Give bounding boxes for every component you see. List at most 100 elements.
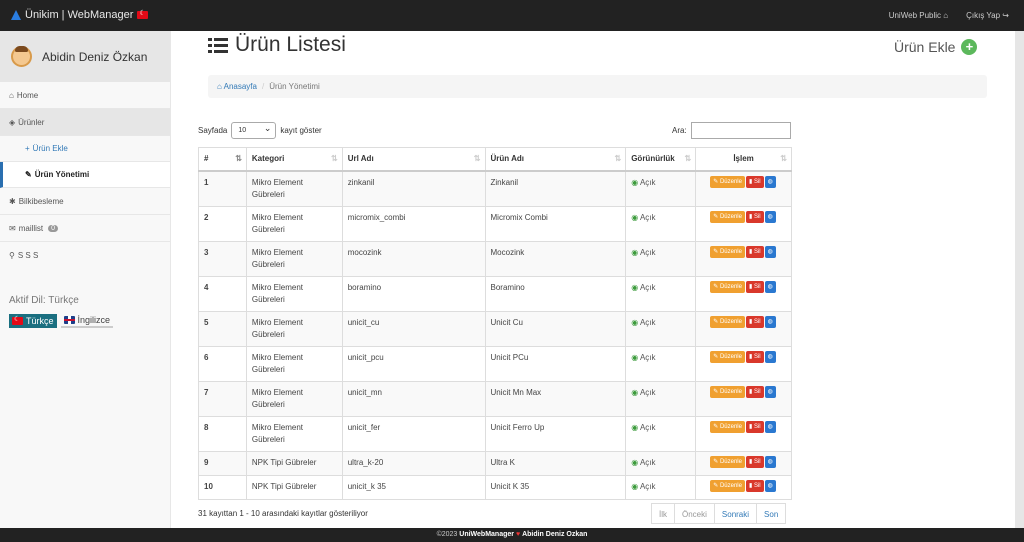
plus-circle-icon: + <box>961 39 978 55</box>
add-product-button[interactable]: Ürün Ekle + <box>894 39 978 55</box>
page-scrollbar[interactable] <box>1015 31 1024 528</box>
view-button[interactable]: ◍ <box>764 420 776 433</box>
language-turkish-button[interactable]: Türkçe <box>9 314 57 328</box>
header-actions[interactable]: İşlem ⇅ <box>695 147 792 172</box>
eye-icon: ◉ <box>631 387 639 397</box>
edit-button[interactable]: ✎ Düzenle <box>710 385 745 398</box>
globe-icon: ◍ <box>767 482 773 489</box>
delete-button[interactable]: ▮ Sil <box>745 315 764 328</box>
delete-button[interactable]: ▮ Sil <box>745 280 764 293</box>
edit-button[interactable]: ✎ Düzenle <box>710 350 745 363</box>
uk-flag-icon <box>63 316 75 324</box>
public-site-link[interactable]: UniWeb Public ⌂ <box>889 11 948 20</box>
edit-button[interactable]: ✎ Düzenle <box>710 315 745 328</box>
sidebar-item-products[interactable]: ◈ Ürünler <box>0 109 170 136</box>
view-button[interactable]: ◍ <box>764 315 776 328</box>
pagination-last[interactable]: Son <box>756 503 787 524</box>
sidebar-item-manage-products[interactable]: ✎ Ürün Yönetimi <box>0 162 170 188</box>
edit-button[interactable]: ✎ Düzenle <box>710 420 745 433</box>
cell-name: Unicit Cu <box>484 310 627 347</box>
globe-icon: ◍ <box>767 353 773 360</box>
pagination-next[interactable]: Sonraki <box>713 503 758 524</box>
header-visibility[interactable]: Görünürlük ⇅ <box>625 147 697 172</box>
edit-button[interactable]: ✎ Düzenle <box>710 210 745 223</box>
delete-label: Sil <box>753 318 761 325</box>
cell-name: Unicit K 35 <box>484 474 627 500</box>
cell-category: Mikro Element Gübreleri <box>245 310 343 347</box>
delete-label: Sil <box>753 283 761 290</box>
user-panel: Abidin Deniz Özkan <box>0 31 170 82</box>
edit-label: Düzenle <box>719 423 742 430</box>
pencil-icon: ✎ <box>713 353 719 360</box>
view-button[interactable]: ◍ <box>764 385 776 398</box>
eye-icon: ◉ <box>631 177 639 187</box>
breadcrumb-separator: / <box>261 82 265 91</box>
table-row: 2 Mikro Element Gübreleri micromix_combi Mi… <box>198 205 792 242</box>
cell-url: unicit_mn <box>341 380 486 417</box>
trash-icon: ▮ <box>748 423 753 430</box>
view-button[interactable]: ◍ <box>764 175 776 188</box>
view-button[interactable]: ◍ <box>764 245 776 258</box>
language-english-button[interactable]: İngilizce <box>60 314 114 328</box>
pagination-first[interactable]: İlk <box>651 503 675 524</box>
app-brand[interactable]: Ünikim | WebManager <box>11 9 149 21</box>
header-name[interactable]: Ürün Adı ⇅ <box>484 147 627 172</box>
delete-label: Sil <box>753 213 761 220</box>
delete-button[interactable]: ▮ Sil <box>745 420 764 433</box>
sidebar: Abidin Deniz Özkan ⌂ Home ◈ Ürünler + Ür… <box>0 31 171 542</box>
view-button[interactable]: ◍ <box>764 479 776 492</box>
visibility-label: Açık <box>639 247 656 257</box>
sidebar-item-sss[interactable]: ⚲ S S S <box>0 242 170 269</box>
cell-id: 2 <box>198 205 247 242</box>
search-input[interactable] <box>690 122 791 139</box>
delete-button[interactable]: ▮ Sil <box>745 479 764 492</box>
edit-button[interactable]: ✎ Düzenle <box>710 175 745 188</box>
eye-icon: ◉ <box>631 422 639 432</box>
header-url[interactable]: Url Adı ⇅ <box>341 147 486 172</box>
page-length-select[interactable]: 10 <box>231 122 277 139</box>
visibility-label: Açık <box>639 282 656 292</box>
home-icon: ⌂ <box>217 82 222 91</box>
cell-actions: ✎ Düzenle ▮ Sil ◍ <box>695 240 792 277</box>
delete-button[interactable]: ▮ Sil <box>745 455 764 468</box>
logout-link[interactable]: Çıkış Yap ↪ <box>966 11 1009 20</box>
sidebar-item-maillist[interactable]: ✉ maillist 0 <box>0 215 170 242</box>
trash-icon: ▮ <box>748 318 753 325</box>
header-category[interactable]: Kategori ⇅ <box>245 147 343 172</box>
cell-category: Mikro Element Gübreleri <box>245 275 343 312</box>
cell-visibility: ◉ Açık <box>625 380 697 417</box>
globe-icon: ◍ <box>767 178 773 185</box>
delete-button[interactable]: ▮ Sil <box>745 350 764 363</box>
eye-icon: ◉ <box>631 317 639 327</box>
globe-icon: ◍ <box>767 248 773 255</box>
edit-button[interactable]: ✎ Düzenle <box>710 245 745 258</box>
delete-button[interactable]: ▮ Sil <box>745 385 764 398</box>
view-button[interactable]: ◍ <box>764 280 776 293</box>
sidebar-item-newsletter[interactable]: ✱ Bilkibesleme <box>0 188 170 215</box>
table-row: 10 NPK Tipi Gübreler unicit_k 35 Unicit K 3… <box>198 474 792 500</box>
delete-button[interactable]: ▮ Sil <box>745 210 764 223</box>
cell-category: NPK Tipi Gübreler <box>245 450 343 476</box>
pencil-icon: ✎ <box>713 458 719 465</box>
view-button[interactable]: ◍ <box>764 350 776 363</box>
edit-button[interactable]: ✎ Düzenle <box>710 455 745 468</box>
header-id[interactable]: # ⇅ <box>198 147 247 172</box>
cell-category: Mikro Element Gübreleri <box>245 240 343 277</box>
cell-id: 5 <box>198 310 247 347</box>
trash-icon: ▮ <box>748 178 753 185</box>
header-label: Url Adı <box>347 154 374 164</box>
edit-button[interactable]: ✎ Düzenle <box>710 280 745 293</box>
breadcrumb-home-link[interactable]: ⌂ Anasayfa <box>217 82 257 91</box>
view-button[interactable]: ◍ <box>764 210 776 223</box>
sort-icon: ⇅ <box>614 154 622 163</box>
add-product-label: Ürün Ekle <box>894 39 956 55</box>
view-button[interactable]: ◍ <box>764 455 776 468</box>
sidebar-item-home[interactable]: ⌂ Home <box>0 82 170 109</box>
delete-button[interactable]: ▮ Sil <box>745 245 764 258</box>
page-length-suffix: kayıt göster <box>280 126 322 135</box>
edit-button[interactable]: ✎ Düzenle <box>710 479 745 492</box>
sidebar-item-add-product[interactable]: + Ürün Ekle <box>0 136 170 162</box>
visibility-label: Açık <box>639 352 656 362</box>
delete-button[interactable]: ▮ Sil <box>745 175 764 188</box>
pagination-prev[interactable]: Önceki <box>674 503 715 524</box>
